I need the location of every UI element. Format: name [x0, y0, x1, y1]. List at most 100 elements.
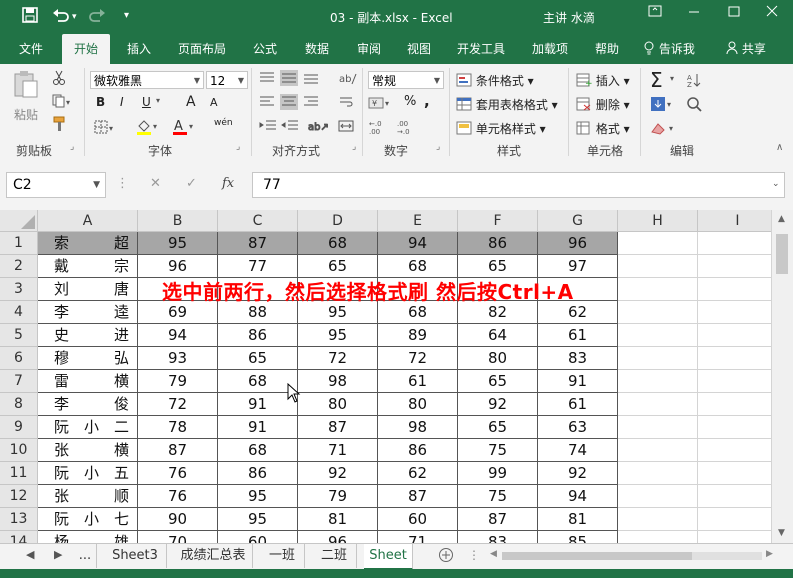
cell-name[interactable]: 穆弘 — [38, 347, 138, 370]
align-left-icon[interactable] — [258, 94, 328, 113]
cell-value[interactable]: 81 — [538, 508, 618, 531]
more-options-icon[interactable]: ⋮ — [468, 548, 480, 562]
collapse-ribbon-icon[interactable]: ∧ — [776, 142, 783, 153]
cell-empty[interactable] — [618, 370, 698, 393]
underline-dropdown-icon[interactable]: ▾ — [156, 96, 160, 105]
cell-empty[interactable] — [618, 324, 698, 347]
borders-icon[interactable]: ▾ — [94, 120, 116, 137]
cell-value[interactable]: 74 — [538, 439, 618, 462]
row-header[interactable]: 1 — [0, 232, 38, 255]
column-header-a[interactable]: A — [38, 210, 138, 232]
format-painter-icon[interactable] — [52, 116, 68, 135]
column-header-g[interactable]: G — [538, 210, 618, 232]
cell-empty[interactable] — [698, 416, 771, 439]
shrink-font-button[interactable]: A — [210, 96, 218, 109]
cell-empty[interactable] — [618, 485, 698, 508]
cell-value[interactable]: 61 — [378, 370, 458, 393]
grow-font-button[interactable]: A — [186, 94, 196, 110]
cell-empty[interactable] — [618, 278, 698, 301]
cell-value[interactable]: 94 — [538, 485, 618, 508]
undo-icon[interactable] — [52, 7, 70, 27]
cell-empty[interactable] — [618, 439, 698, 462]
tab-review[interactable]: 审阅 — [348, 34, 390, 64]
cell-value[interactable]: 87 — [218, 232, 298, 255]
scroll-right-icon[interactable]: ▶ — [766, 549, 773, 559]
find-select-icon[interactable] — [686, 96, 706, 115]
cell-value[interactable]: 90 — [138, 508, 218, 531]
cell-value[interactable]: 98 — [378, 416, 458, 439]
close-icon[interactable] — [766, 4, 778, 22]
more-options-icon[interactable]: ⋮ — [116, 176, 129, 191]
cell-value[interactable]: 60 — [378, 508, 458, 531]
cell-value[interactable]: 65 — [218, 347, 298, 370]
cell-value[interactable]: 75 — [458, 485, 538, 508]
expand-formula-bar-icon[interactable]: ⌄ — [772, 179, 780, 189]
column-header-h[interactable]: H — [618, 210, 698, 232]
align-top-icon[interactable] — [258, 70, 328, 89]
number-format-combo[interactable]: 常规 ▼ — [368, 71, 444, 89]
italic-button[interactable]: I — [120, 95, 124, 109]
cell-value[interactable]: 87 — [138, 439, 218, 462]
cell-value[interactable]: 75 — [458, 439, 538, 462]
fill-icon[interactable]: ▾ — [650, 96, 674, 115]
cell-value[interactable]: 86 — [218, 324, 298, 347]
cell-value[interactable]: 68 — [378, 255, 458, 278]
cell-styles-button[interactable]: 单元格样式 ▾ — [456, 120, 546, 137]
tab-addins[interactable]: 加载项 — [522, 34, 578, 64]
cell-value[interactable]: 99 — [458, 462, 538, 485]
column-header-b[interactable]: B — [138, 210, 218, 232]
scroll-left-icon[interactable]: ◀ — [490, 549, 497, 559]
merge-center-icon[interactable] — [338, 118, 354, 137]
row-header[interactable]: 4 — [0, 301, 38, 324]
scroll-up-icon[interactable]: ▲ — [778, 214, 785, 224]
cell-empty[interactable] — [698, 232, 771, 255]
cell-empty[interactable] — [698, 439, 771, 462]
delete-cells-button[interactable]: 删除 ▾ — [576, 96, 630, 113]
tab-developer[interactable]: 开发工具 — [450, 34, 512, 64]
cell-name[interactable]: 刘唐 — [38, 278, 138, 301]
cell-value[interactable]: 95 — [218, 485, 298, 508]
clipboard-launcher-icon[interactable]: ⌟ — [70, 142, 74, 152]
cell-value[interactable]: 87 — [458, 508, 538, 531]
sheet-tab[interactable]: 一班 — [260, 544, 305, 568]
tab-data[interactable]: 数据 — [296, 34, 338, 64]
cell-value[interactable]: 96 — [138, 255, 218, 278]
cell-empty[interactable] — [618, 416, 698, 439]
cell-empty[interactable] — [698, 301, 771, 324]
sheet-tab[interactable]: Sheet — [364, 544, 413, 570]
column-header-c[interactable]: C — [218, 210, 298, 232]
cell-value[interactable]: 65 — [458, 416, 538, 439]
undo-dropdown-icon[interactable]: ▾ — [72, 12, 77, 22]
cell-name[interactable]: 张顺 — [38, 485, 138, 508]
cell-empty[interactable] — [698, 393, 771, 416]
cell-value[interactable]: 70 — [138, 531, 218, 543]
cell-value[interactable]: 85 — [538, 531, 618, 543]
tab-view[interactable]: 视图 — [398, 34, 440, 64]
cell-value[interactable]: 78 — [138, 416, 218, 439]
cell-name[interactable]: 张横 — [38, 439, 138, 462]
cell-value[interactable]: 91 — [218, 416, 298, 439]
cell-value[interactable]: 68 — [298, 232, 378, 255]
cell-value[interactable]: 63 — [538, 416, 618, 439]
percent-button[interactable]: % — [404, 94, 416, 109]
cell-value[interactable]: 96 — [298, 531, 378, 543]
cell-value[interactable]: 72 — [138, 393, 218, 416]
cell-value[interactable]: 98 — [298, 370, 378, 393]
cell-empty[interactable] — [698, 531, 771, 543]
cell-empty[interactable] — [698, 485, 771, 508]
tab-home[interactable]: 开始 — [62, 34, 110, 64]
user-name[interactable]: 主讲 水滴 — [543, 9, 595, 26]
cell-value[interactable]: 92 — [298, 462, 378, 485]
cell-value[interactable]: 65 — [298, 255, 378, 278]
sort-filter-icon[interactable]: AZ — [686, 72, 708, 91]
cell-name[interactable]: 阮小二 — [38, 416, 138, 439]
cell-value[interactable]: 86 — [458, 232, 538, 255]
cell-value[interactable]: 92 — [538, 462, 618, 485]
cell-value[interactable]: 62 — [378, 462, 458, 485]
vertical-scrollbar[interactable]: ▲ ▼ — [771, 210, 793, 543]
cell-value[interactable]: 91 — [538, 370, 618, 393]
column-header-f[interactable]: F — [458, 210, 538, 232]
sheet-tab[interactable]: 二班 — [312, 544, 357, 568]
cell-name[interactable]: 雷横 — [38, 370, 138, 393]
cell-empty[interactable] — [618, 462, 698, 485]
